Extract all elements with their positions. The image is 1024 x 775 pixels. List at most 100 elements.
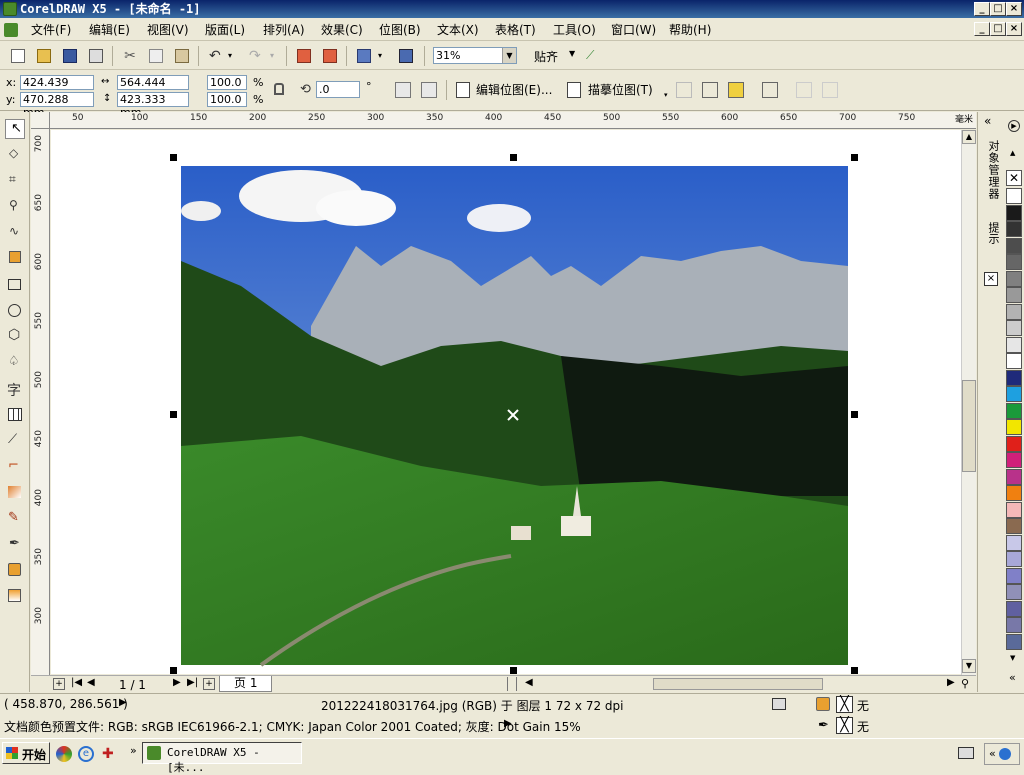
resize-handle-t[interactable] [510, 154, 517, 161]
hints-tab[interactable]: 提示 [981, 222, 1001, 244]
color-swatch[interactable] [1006, 617, 1022, 633]
redo-dropdown[interactable]: ▾ [268, 46, 278, 66]
resize-handle-br[interactable] [851, 667, 858, 674]
color-swatch[interactable] [1006, 402, 1022, 419]
color-swatch[interactable] [1006, 485, 1022, 501]
scroll-up-button[interactable]: ▲ [962, 130, 976, 144]
paste-button[interactable] [172, 46, 192, 66]
next-page-icon[interactable]: ▶ [173, 677, 181, 688]
resize-handle-tl[interactable] [170, 154, 177, 161]
freehand-tool[interactable]: ∿ [5, 223, 25, 243]
outline-pen-icon[interactable]: ✒ [818, 718, 829, 733]
dimension-tool[interactable]: ⟋ [5, 431, 25, 451]
eyedropper-tool[interactable]: ✎ [5, 509, 25, 529]
doc-close-button[interactable]: × [1006, 22, 1022, 36]
trace-bitmap-icon[interactable] [567, 82, 581, 98]
menu-table[interactable]: 表格(T) [495, 22, 536, 38]
wrap-text-icon[interactable] [762, 82, 778, 98]
color-swatch[interactable] [1006, 369, 1022, 386]
polygon-tool[interactable]: ⬡ [5, 327, 25, 347]
coreldraw-app-icon[interactable] [3, 2, 17, 16]
text-tool[interactable]: 字 [5, 379, 25, 399]
resize-handle-l[interactable] [170, 411, 177, 418]
menu-text[interactable]: 文本(X) [437, 22, 479, 38]
color-swatch[interactable] [1006, 501, 1022, 518]
color-swatch[interactable] [1006, 468, 1022, 485]
menu-window[interactable]: 窗口(W) [611, 22, 656, 38]
profile-expand-icon[interactable]: ▶ [504, 718, 512, 729]
save-button[interactable] [60, 46, 80, 66]
x-position-field[interactable]: 424.439 mm [20, 75, 94, 102]
fill-tool[interactable] [5, 561, 25, 581]
lock-ratio-icon[interactable] [274, 83, 284, 95]
scroll-right-icon[interactable]: ▶ [947, 677, 955, 688]
menu-arrange[interactable]: 排列(A) [263, 22, 305, 38]
start-button[interactable]: 开始 [2, 742, 50, 764]
y-position-field[interactable]: 470.288 mm [20, 92, 94, 119]
connector-tool[interactable]: ⌐ [5, 457, 25, 477]
ellipse-tool[interactable] [5, 301, 25, 321]
pick-tool[interactable]: ↖ [5, 119, 25, 139]
bitmap-image[interactable] [51, 130, 961, 674]
color-profile-info[interactable]: 文档颜色预置文件: RGB: sRGB IEC61966-2.1; CMYK: … [4, 718, 581, 735]
vertical-scrollbar[interactable]: ▲ ▼ [961, 130, 976, 675]
menu-view[interactable]: 视图(V) [147, 22, 189, 38]
palette-flyout-icon[interactable]: ▶ [1008, 120, 1020, 132]
color-swatch[interactable] [1006, 254, 1022, 270]
undo-dropdown[interactable]: ▾ [226, 46, 236, 66]
shape-tool[interactable]: ◇ [5, 145, 25, 165]
open-button[interactable] [34, 46, 54, 66]
horizontal-ruler[interactable]: 50 100 150 200 250 300 350 400 450 500 550 600 650 70… [50, 112, 976, 129]
doc-restore-button[interactable]: □ [990, 22, 1006, 36]
resize-handle-b[interactable] [510, 667, 517, 674]
taskbar-coreldraw-button[interactable]: CorelDRAW X5 - [未... [142, 742, 302, 774]
color-swatch[interactable] [1006, 353, 1022, 369]
print-button[interactable] [86, 46, 106, 66]
chevron-down-icon[interactable]: ▾ [664, 91, 668, 99]
smart-fill-tool[interactable] [5, 249, 25, 269]
splitter-icon[interactable] [507, 677, 517, 691]
color-swatch[interactable] [1006, 551, 1022, 567]
add-page-icon[interactable]: + [53, 678, 65, 690]
scale-y-field[interactable]: 100.0 [207, 92, 247, 107]
outline-none-swatch[interactable]: ╳ [836, 717, 853, 734]
welcome-screen-button[interactable] [396, 46, 416, 66]
palette-scroll-down-icon[interactable]: ▼ [1010, 654, 1015, 662]
mirror-horizontal-icon[interactable] [395, 82, 411, 98]
color-swatch[interactable] [1006, 633, 1022, 650]
mirror-vertical-icon[interactable] [421, 82, 437, 98]
color-swatch[interactable] [1006, 336, 1022, 353]
app-launcher-button[interactable] [354, 46, 374, 66]
edit-bitmap-button[interactable]: 编辑位图(E)... [476, 83, 552, 97]
interactive-fill-tool[interactable] [5, 587, 25, 607]
doc-minimize-button[interactable]: _ [974, 22, 990, 36]
keyboard-icon[interactable] [958, 747, 974, 759]
color-swatch[interactable] [1006, 320, 1022, 336]
color-swatch[interactable] [1006, 386, 1022, 402]
scroll-down-button[interactable]: ▼ [962, 659, 976, 673]
ruler-origin[interactable] [31, 112, 50, 129]
edit-bitmap-icon[interactable] [456, 82, 470, 98]
menu-bitmaps[interactable]: 位图(B) [379, 22, 421, 38]
import-button[interactable] [294, 46, 314, 66]
prev-page-icon[interactable]: ◀ [87, 677, 95, 688]
color-swatch[interactable] [1006, 221, 1022, 237]
menu-edit[interactable]: 编辑(E) [89, 22, 130, 38]
table-tool[interactable] [5, 405, 25, 425]
outline-tool[interactable]: ✒ [5, 535, 25, 555]
color-swatch[interactable] [1006, 287, 1022, 303]
crop-tool[interactable]: ⌗ [5, 171, 25, 191]
bitmap-color-mask-icon[interactable] [728, 82, 744, 98]
blend-tool[interactable] [5, 483, 25, 503]
minimize-button[interactable]: _ [974, 2, 990, 16]
menu-help[interactable]: 帮助(H) [669, 22, 711, 38]
new-button[interactable] [8, 46, 28, 66]
fill-none-swatch[interactable]: ╳ [836, 696, 853, 713]
resize-handle-tr[interactable] [851, 154, 858, 161]
scale-x-field[interactable]: 100.0 [207, 75, 247, 90]
export-button[interactable] [320, 46, 340, 66]
zoom-tool[interactable]: ⚲ [5, 197, 25, 217]
add-page-after-icon[interactable]: + [203, 678, 215, 690]
color-swatch[interactable] [1006, 518, 1022, 534]
color-swatch[interactable] [1006, 435, 1022, 452]
